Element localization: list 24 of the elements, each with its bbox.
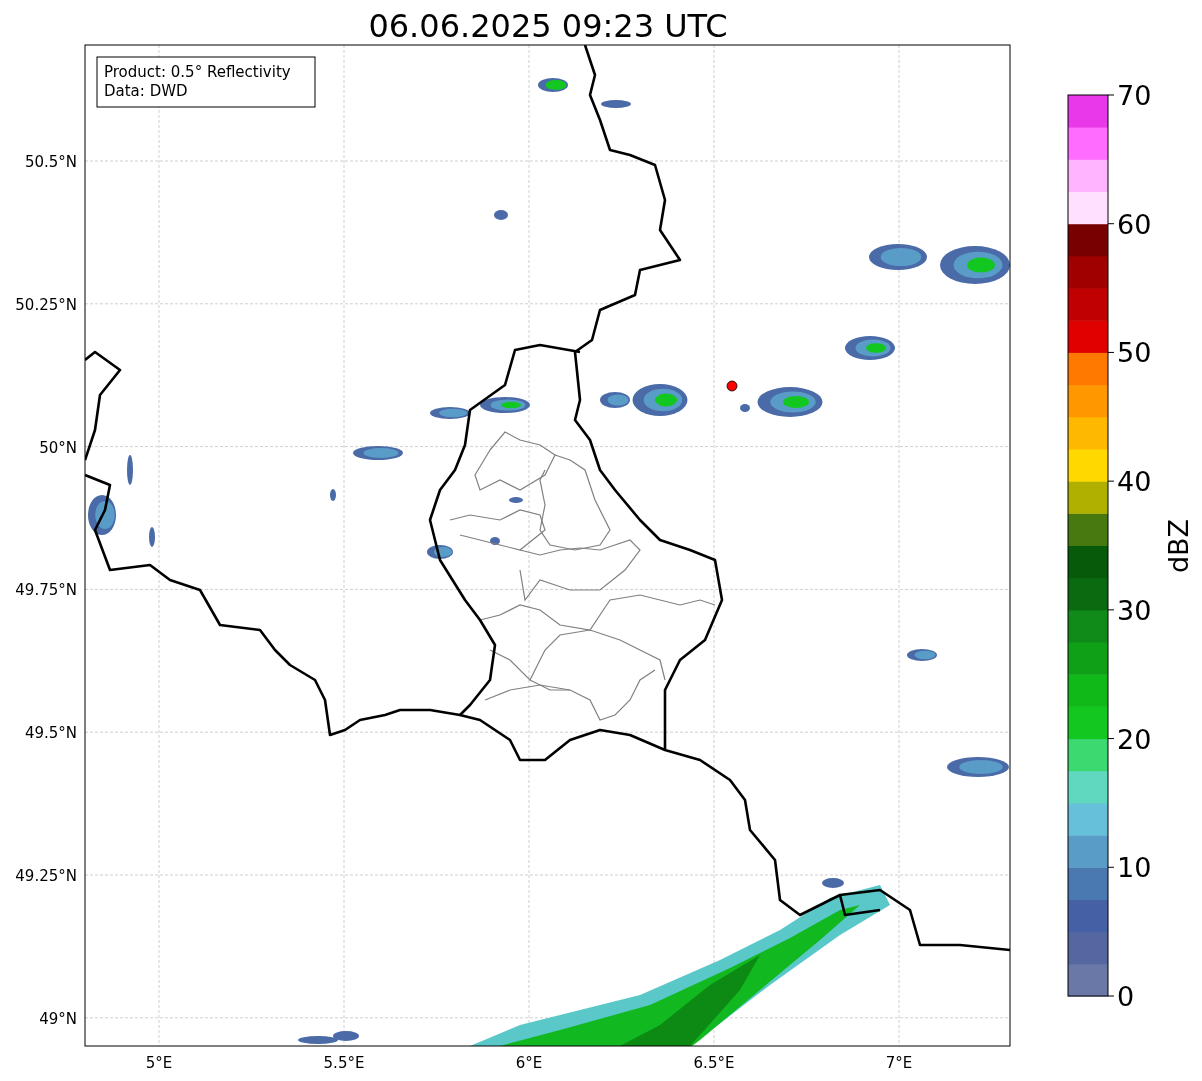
colorbar-tick-label: 50 (1117, 337, 1152, 369)
axis-tick-label: 49.5°N (24, 724, 77, 743)
axis-tick-label: 50°N (39, 438, 77, 457)
axis-tick-label: 50.25°N (15, 295, 77, 314)
colorbar-tick-label: 30 (1117, 594, 1152, 626)
axis-tick-label: 5.5°E (323, 1054, 365, 1072)
axis-tick-label: 49°N (39, 1009, 77, 1028)
colorbar-tick-label: 10 (1117, 852, 1152, 884)
axis-tick-label: 6°E (515, 1054, 543, 1072)
axis-tick-label: 7°E (885, 1054, 913, 1072)
legend-text: Data: DWD (104, 82, 188, 100)
axis-tick-label: 50.5°N (24, 153, 77, 171)
axis-tick-label: 49.25°N (15, 867, 77, 885)
axis-tick-label: 49.75°N (15, 581, 77, 600)
axis-tick-label: 5°E (145, 1054, 173, 1072)
axis-tick-label: 6.5°E (693, 1054, 735, 1072)
colorbar-tick-label: 60 (1117, 208, 1152, 240)
colorbar-label: dBZ (1163, 518, 1194, 574)
colorbar-tick-label: 70 (1117, 80, 1152, 111)
colorbar-tick-label: 0 (1117, 981, 1135, 1012)
legend-text: Product: 0.5° Reflectivity (104, 63, 291, 81)
colorbar-tick-label: 40 (1117, 466, 1152, 498)
colorbar-tick-label: 20 (1117, 723, 1152, 755)
chart-title: 06.06.2025 09:23 UTC (368, 7, 728, 45)
